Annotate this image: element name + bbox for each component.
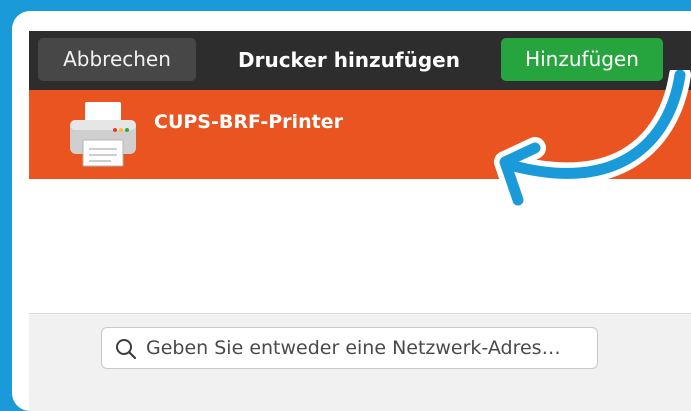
search-placeholder: Geben Sie entweder eine Netzwerk-Adres…: [146, 337, 561, 359]
annotation-arrow-icon: [494, 70, 691, 211]
search-icon: [116, 339, 137, 360]
printer-icon: [70, 102, 136, 167]
network-address-search-input[interactable]: Geben Sie entweder eine Netzwerk-Adres…: [101, 327, 598, 369]
search-bar: Geben Sie entweder eine Netzwerk-Adres…: [29, 313, 691, 411]
cancel-button[interactable]: Abbrechen: [38, 38, 196, 81]
dialog-title: Drucker hinzufügen: [238, 48, 460, 72]
printer-name: CUPS-BRF-Printer: [154, 111, 343, 133]
